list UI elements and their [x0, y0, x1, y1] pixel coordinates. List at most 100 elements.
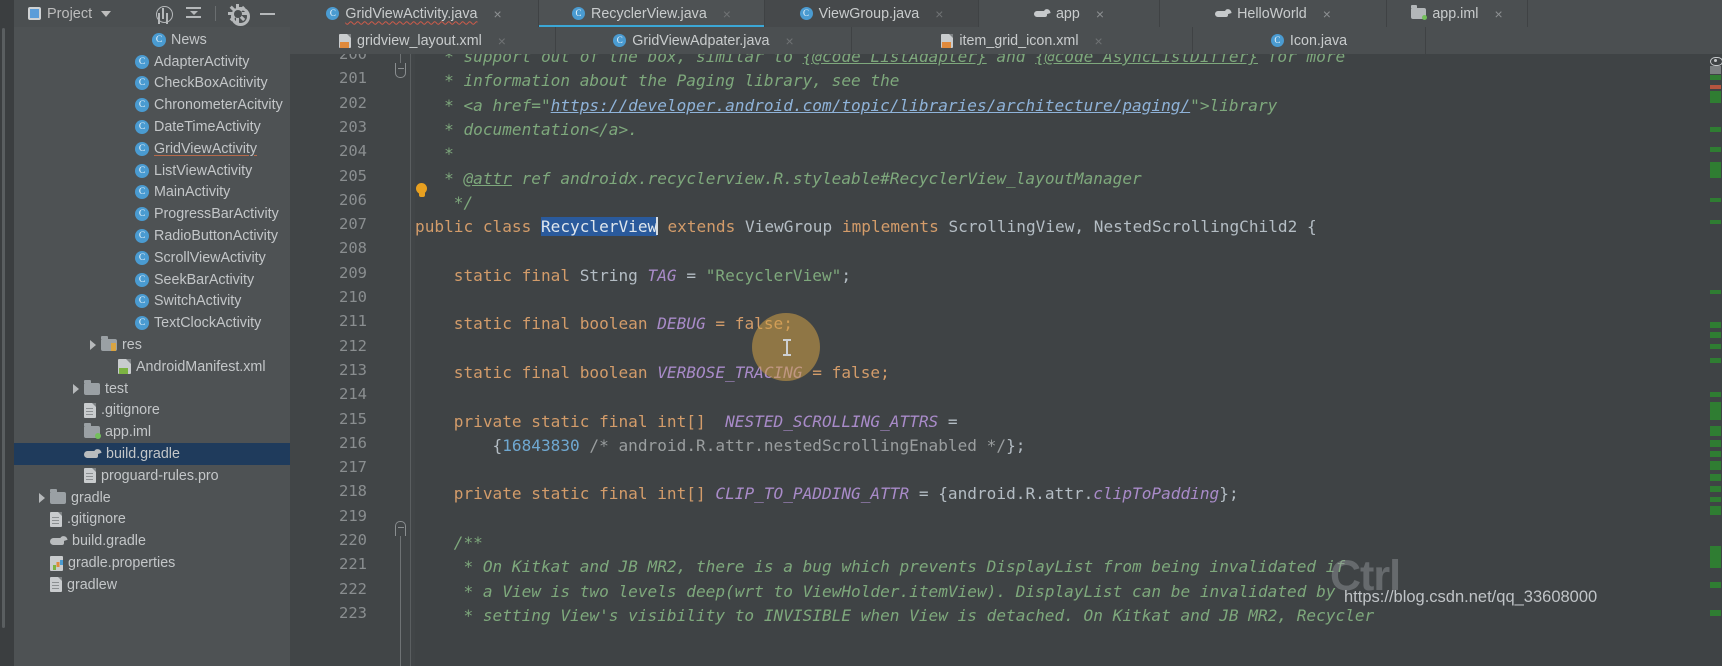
tree-item-scrollviewactivity[interactable]: C ScrollViewActivity: [14, 247, 290, 269]
tab-viewgroup-java[interactable]: C ViewGroup.java ×: [765, 0, 978, 27]
tree-item-progressbaractivity[interactable]: C ProgressBarActivity: [14, 203, 290, 225]
code-token: CLIP_TO_PADDING_ATTR: [715, 484, 910, 504]
gutter-divider: [410, 54, 411, 666]
tree-item-chronometeracitvity[interactable]: C ChronometerAcitvity: [14, 94, 290, 116]
tree-item-gradle-properties[interactable]: gradle.properties: [14, 552, 290, 574]
tab-label: gridview_layout.xml: [357, 32, 482, 49]
tree-item-app-iml[interactable]: app.iml: [14, 421, 290, 443]
tab-recyclerview-java[interactable]: C RecyclerView.java ×: [539, 0, 764, 27]
tree-item-label: ScrollViewActivity: [154, 249, 266, 266]
collapse-all-icon[interactable]: [185, 5, 202, 22]
tab-item-grid-icon-xml[interactable]: item_grid_icon.xml ×: [852, 27, 1192, 54]
line-number: 214: [339, 385, 367, 404]
tree-item-listviewactivity[interactable]: C ListViewActivity: [14, 160, 290, 182]
gear-icon[interactable]: [228, 5, 251, 26]
tree-item--gitignore[interactable]: .gitignore: [14, 509, 290, 531]
tree-item-switchactivity[interactable]: C SwitchActivity: [14, 291, 290, 313]
code-line: *: [415, 142, 454, 166]
code-token: private static final int[]: [415, 411, 726, 431]
tree-item-datetimeactivity[interactable]: C DateTimeActivity: [14, 116, 290, 138]
inspection-eye-icon[interactable]: [1710, 56, 1722, 66]
file-icon: [84, 468, 96, 484]
tree-item-label: DateTimeActivity: [154, 119, 261, 136]
tab-gridview-layout-xml[interactable]: gridview_layout.xml ×: [290, 27, 555, 54]
tab-gridviewadpater-java[interactable]: C GridViewAdpater.java ×: [556, 27, 851, 54]
chevron-right-icon[interactable]: [73, 383, 79, 394]
tree-item-res[interactable]: res: [14, 334, 290, 356]
fold-marker-comment[interactable]: [395, 521, 406, 536]
line-number: 221: [339, 555, 367, 574]
tree-item-adapteractivity[interactable]: C AdapterActivity: [14, 51, 290, 73]
tab-helloworld[interactable]: HelloWorld ×: [1160, 0, 1386, 27]
code-content: * support out of the box, similar to {@c…: [415, 54, 1722, 666]
tree-item-proguard-rules-pro[interactable]: proguard-rules.pro: [14, 465, 290, 487]
tree-item-gradle[interactable]: gradle: [14, 487, 290, 509]
tree-item-textclockactivity[interactable]: C TextClockActivity: [14, 312, 290, 334]
code-token: static final: [415, 265, 580, 285]
tree-item-gradlew[interactable]: gradlew: [14, 574, 290, 596]
tree-item-mainactivity[interactable]: C MainActivity: [14, 182, 290, 204]
fold-marker-javadoc[interactable]: [395, 63, 406, 78]
tab-icon-java[interactable]: C Icon.java: [1193, 27, 1425, 54]
tab-app-iml[interactable]: app.iml ×: [1387, 0, 1527, 27]
close-icon[interactable]: ×: [786, 33, 794, 49]
marker-gutter[interactable]: [1709, 54, 1722, 666]
close-icon[interactable]: ×: [498, 33, 506, 49]
tree-item-checkboxacitivity[interactable]: C CheckBoxAcitivity: [14, 73, 290, 95]
tab-app[interactable]: app ×: [979, 0, 1159, 27]
tab-label: Icon.java: [1289, 32, 1348, 49]
class-icon: C: [135, 207, 149, 222]
tree-item-label: res: [122, 337, 142, 354]
code-token: /**: [415, 533, 483, 552]
tree-item-seekbaractivity[interactable]: C SeekBarActivity: [14, 269, 290, 291]
chevron-right-icon[interactable]: [90, 340, 96, 351]
module-icon: [1411, 5, 1428, 20]
line-number: 223: [339, 603, 367, 622]
code-token: };: [1219, 484, 1239, 504]
tree-item-build-gradle[interactable]: build.gradle: [14, 443, 290, 465]
tree-item-androidmanifest-xml[interactable]: AndroidManifest.xml: [14, 356, 290, 378]
class-icon: C: [135, 76, 149, 91]
code-line: static final boolean VERBOSE_TRACING = f…: [415, 361, 890, 385]
tree-item-news[interactable]: C News: [14, 29, 290, 51]
module-icon: [84, 423, 101, 440]
class-icon: C: [135, 163, 149, 178]
close-icon[interactable]: ×: [1095, 33, 1103, 49]
code-token: extends: [657, 217, 745, 237]
tree-item-test[interactable]: test: [14, 378, 290, 400]
tree-item-radiobuttonactivity[interactable]: C RadioButtonActivity: [14, 225, 290, 247]
chevron-down-icon[interactable]: [101, 10, 112, 17]
tree-item--gitignore[interactable]: .gitignore: [14, 400, 290, 422]
line-number: 205: [339, 166, 367, 185]
project-toolbar: Project: [14, 0, 290, 27]
close-icon[interactable]: ×: [1494, 6, 1502, 22]
code-line: static final String TAG = "RecyclerView"…: [415, 264, 851, 288]
tree-item-label: MainActivity: [154, 184, 231, 201]
project-tree[interactable]: C News C AdapterActivity C CheckBoxAcitivity C…: [14, 27, 290, 666]
tree-item-label: build.gradle: [72, 533, 146, 550]
code-token: 16843830: [502, 435, 580, 455]
close-icon[interactable]: ×: [723, 6, 731, 22]
code-token: * information about the Paging library, …: [415, 71, 900, 91]
xml-icon: [339, 33, 352, 48]
code-editor[interactable]: 200 201 202 203 204 205 206 207 208 209 210 211 212 2…: [290, 54, 1722, 666]
locate-icon[interactable]: [155, 5, 174, 23]
project-title-button[interactable]: Project: [28, 6, 112, 22]
close-icon[interactable]: ×: [1323, 6, 1331, 22]
close-icon[interactable]: ×: [1096, 6, 1104, 22]
tree-item-gridviewactivity[interactable]: C GridViewActivity: [14, 138, 290, 160]
close-icon[interactable]: ×: [493, 6, 501, 22]
folder-icon: [101, 336, 117, 352]
tree-item-build-gradle[interactable]: build.gradle: [14, 530, 290, 552]
code-token: * documentation</a>.: [415, 119, 638, 139]
minimize-icon[interactable]: [259, 5, 276, 22]
project-scrollbar[interactable]: [2, 28, 5, 628]
tab-gridviewactivity-java[interactable]: C GridViewActivity.java ×: [290, 0, 538, 27]
file-icon: [50, 577, 62, 593]
close-icon[interactable]: ×: [935, 6, 943, 22]
line-number: 202: [339, 93, 367, 112]
tree-item-label: ListViewActivity: [154, 162, 253, 179]
chevron-right-icon[interactable]: [39, 492, 45, 503]
code-token: static final boolean: [415, 314, 658, 334]
tree-item-label: gradlew: [67, 576, 118, 593]
